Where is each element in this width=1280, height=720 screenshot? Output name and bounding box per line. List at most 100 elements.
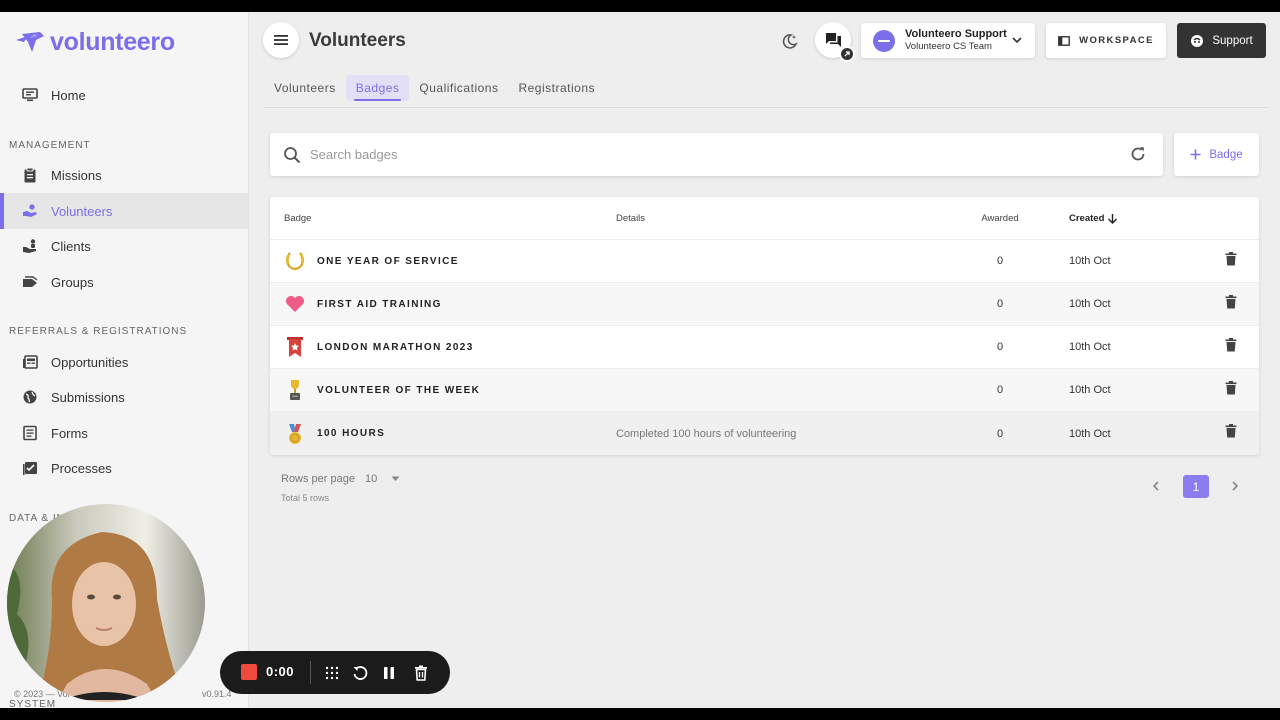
table-row[interactable]: ONE YEAR OF SERVICE 0 10th Oct: [270, 240, 1259, 283]
section-label-system: SYSTEM: [9, 699, 57, 708]
sidebar-item-label: Volunteers: [51, 203, 113, 219]
checklist-icon: [22, 460, 38, 476]
next-page-button[interactable]: [1229, 479, 1241, 497]
tab-qualifications[interactable]: Qualifications: [409, 75, 508, 101]
account-team: Volunteero CS Team: [905, 41, 992, 52]
toolbar-divider: [310, 661, 311, 684]
webcam-video: [7, 504, 205, 702]
sidebar-item-groups[interactable]: Groups: [0, 264, 249, 300]
previous-page-button[interactable]: [1150, 479, 1162, 497]
recording-timer: 0:00: [266, 664, 295, 679]
tabs-divider: [264, 107, 1268, 108]
avatar: [873, 29, 895, 52]
hamburger-icon: [274, 35, 288, 45]
delete-button[interactable]: [1225, 337, 1237, 357]
restart-icon: [353, 666, 368, 680]
stop-recording-button[interactable]: [241, 664, 257, 680]
sidebar-item-submissions[interactable]: Submissions: [0, 379, 249, 415]
page-title: Volunteers: [309, 30, 406, 51]
chevron-left-icon: [1152, 481, 1159, 491]
trash-icon: [1225, 424, 1237, 438]
grid-dots-icon: [325, 666, 339, 680]
volunteer-hand-icon: [22, 203, 38, 219]
plus-icon: [1190, 149, 1201, 160]
add-badge-button[interactable]: Badge: [1174, 133, 1259, 176]
clipboard-icon: [22, 167, 38, 183]
newspaper-icon: [22, 354, 38, 370]
delete-button[interactable]: [1225, 424, 1237, 443]
workspace-button[interactable]: WORKSPACE: [1046, 23, 1166, 58]
badge-created: 10th Oct: [1069, 298, 1111, 310]
footer-version: v0.91.4: [202, 689, 232, 699]
app-logo[interactable]: volunteero: [14, 28, 175, 57]
delete-button[interactable]: [1225, 251, 1237, 271]
account-switcher[interactable]: Volunteero Support Volunteero CS Team: [861, 23, 1035, 58]
trash-icon: [1225, 337, 1237, 351]
page-number-button[interactable]: 1: [1183, 475, 1209, 498]
column-header-details[interactable]: Details: [616, 213, 645, 224]
arrow-down-icon: [1108, 213, 1118, 224]
discard-recording-button[interactable]: [411, 663, 431, 683]
moon-icon: [782, 33, 798, 49]
table-row[interactable]: 100 HOURS Completed 100 hours of volunte…: [270, 412, 1259, 455]
column-header-badge[interactable]: Badge: [284, 213, 311, 224]
chevron-right-icon: [1232, 481, 1239, 491]
search-input[interactable]: [310, 147, 1090, 162]
sidebar-item-missions[interactable]: Missions: [0, 157, 249, 193]
table-header: Badge Details Awarded Created: [270, 197, 1259, 240]
badge-name: FIRST AID TRAINING: [317, 298, 442, 310]
table-row[interactable]: FIRST AID TRAINING 0 10th Oct: [270, 283, 1259, 326]
sidebar-item-clients[interactable]: Clients: [0, 228, 249, 264]
sidebar-item-label: Home: [51, 87, 86, 103]
dark-mode-toggle[interactable]: [778, 30, 800, 52]
badge-created: 10th Oct: [1069, 384, 1111, 396]
refresh-icon: [1131, 147, 1145, 161]
badge-created: 10th Oct: [1069, 341, 1111, 353]
badge-awarded: 0: [996, 255, 1004, 267]
search-bar: [270, 133, 1163, 176]
menu-toggle-button[interactable]: [263, 22, 299, 58]
add-badge-label: Badge: [1209, 148, 1243, 161]
restart-recording-button[interactable]: [350, 663, 370, 683]
rows-per-page-label: Rows per page: [281, 473, 355, 485]
logo-text: volunteero: [50, 28, 175, 56]
badge-awarded: 0: [996, 298, 1004, 310]
webcam-bubble[interactable]: [7, 504, 205, 702]
column-header-awarded[interactable]: Awarded: [970, 213, 1030, 224]
tab-badges[interactable]: Badges: [345, 75, 410, 101]
medal-icon: [284, 423, 306, 445]
messages-button[interactable]: [815, 22, 855, 62]
badge-name: ONE YEAR OF SERVICE: [317, 255, 459, 267]
tab-volunteers[interactable]: Volunteers: [264, 75, 346, 101]
pause-recording-button[interactable]: [379, 663, 399, 683]
badge-name: LONDON MARATHON 2023: [317, 341, 474, 353]
sidebar-item-forms[interactable]: Forms: [0, 415, 249, 451]
refresh-button[interactable]: [1129, 145, 1147, 168]
column-header-created[interactable]: Created: [1069, 213, 1118, 224]
drag-handle[interactable]: [322, 663, 342, 683]
search-icon: [284, 146, 301, 163]
table-row[interactable]: VOLUNTEER OF THE WEEK 0 10th Oct: [270, 369, 1259, 412]
sidebar-item-label: Processes: [51, 460, 112, 476]
badge-cell: VOLUNTEER OF THE WEEK: [284, 379, 480, 401]
workspace-label: WORKSPACE: [1079, 35, 1154, 46]
laurel-wreath-icon: [284, 250, 306, 272]
sidebar-item-home[interactable]: Home: [0, 77, 249, 113]
tab-registrations[interactable]: Registrations: [508, 75, 605, 101]
rows-per-page-select[interactable]: 10: [365, 473, 400, 485]
tab-bar: Volunteers Badges Qualifications Registr…: [264, 75, 605, 103]
rows-per-page-value: 10: [365, 473, 378, 485]
delete-button[interactable]: [1225, 380, 1237, 400]
support-button[interactable]: Support: [1177, 23, 1266, 58]
sidebar-item-label: Clients: [51, 238, 91, 254]
badge-details: Completed 100 hours of volunteering: [616, 427, 797, 440]
trash-icon: [1225, 251, 1237, 265]
sidebar-item-opportunities[interactable]: Opportunities: [0, 344, 249, 380]
org-logo-icon: [878, 39, 890, 42]
table-row[interactable]: LONDON MARATHON 2023 0 10th Oct: [270, 326, 1259, 369]
sidebar-item-label: Missions: [51, 167, 102, 183]
heart-icon: [284, 293, 306, 315]
sidebar-item-processes[interactable]: Processes: [0, 450, 249, 486]
sidebar-item-volunteers[interactable]: Volunteers: [0, 193, 249, 229]
delete-button[interactable]: [1225, 294, 1237, 314]
